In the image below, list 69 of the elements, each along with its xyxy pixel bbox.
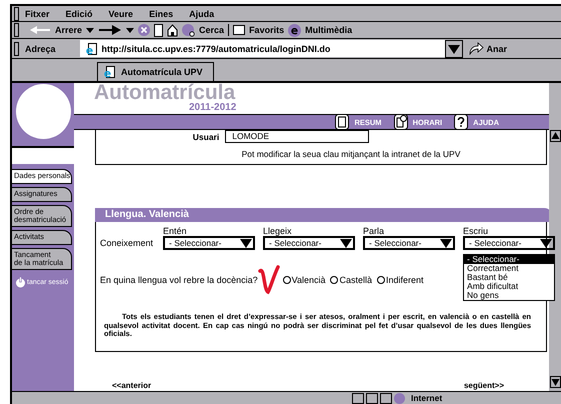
address-field[interactable]: http://situla.cc.upv.es:7779/automatricula/loginDNI.do — [80, 40, 445, 57]
radio-button[interactable] — [330, 276, 338, 284]
close-icon[interactable] — [138, 24, 150, 36]
menu-item[interactable]: Veure — [108, 8, 134, 18]
academic-year: 2011-2012 — [189, 102, 236, 113]
select-field[interactable]: - Seleccionar- — [363, 236, 456, 250]
address-label: Adreça — [25, 44, 56, 54]
back-button[interactable]: Arrere — [55, 25, 82, 35]
dropdown-arrow-icon[interactable] — [339, 237, 354, 249]
back-arrow-icon — [29, 25, 51, 35]
forward-arrow-icon[interactable] — [98, 25, 122, 35]
page-icon[interactable] — [154, 24, 164, 36]
radio-option[interactable]: Valencià — [282, 275, 326, 285]
menu-item[interactable]: Edició — [66, 8, 93, 18]
dropdown-option[interactable]: - Seleccionar- — [464, 255, 554, 264]
next-link[interactable]: següent>> — [464, 381, 504, 390]
select-field[interactable]: - Seleccionar- — [263, 236, 356, 250]
check-mark-drawing — [258, 265, 280, 295]
go-arrow-icon[interactable] — [468, 42, 484, 55]
dropdown-option[interactable]: Bastant bé — [464, 273, 554, 282]
calendar-icon[interactable] — [394, 114, 408, 130]
dropdown-arrow-icon[interactable] — [439, 237, 454, 249]
security-zone: Internet — [411, 393, 442, 403]
user-field[interactable]: LOMODE — [225, 130, 370, 143]
select-label: Entén — [163, 226, 188, 236]
dropdown-arrow-icon[interactable] — [539, 237, 554, 249]
search-icon[interactable] — [182, 24, 196, 36]
dropdown-option[interactable]: Amb dificultat — [464, 282, 554, 291]
select-label: Parla — [363, 226, 386, 236]
select-label: Llegeix — [263, 226, 293, 236]
question-text: En quina llengua vol rebre la docència? — [100, 275, 258, 285]
menu-item[interactable]: Ajuda — [189, 8, 214, 18]
page-icon[interactable] — [335, 114, 350, 130]
knowledge-label: Coneixement — [100, 238, 154, 248]
favorites-button[interactable]: Favorits — [249, 25, 284, 35]
select-label: Escriu — [463, 226, 490, 236]
search-button[interactable]: Cerca — [199, 25, 224, 35]
select-field[interactable]: - Seleccionar- — [163, 236, 256, 250]
menu-item[interactable]: Eines — [149, 8, 174, 18]
media-button[interactable]: Multimèdia — [305, 25, 352, 35]
media-icon[interactable] — [288, 24, 302, 36]
help-icon[interactable] — [454, 114, 468, 130]
dropdown-option[interactable]: Correctament — [464, 264, 554, 273]
scrollbar[interactable] — [549, 83, 561, 391]
browser-tab[interactable]: Automatrícula UPV — [97, 62, 214, 81]
go-button[interactable]: Anar — [486, 44, 508, 54]
radio-button[interactable] — [282, 276, 291, 284]
dropdown-option[interactable]: No gens — [464, 291, 554, 300]
home-icon[interactable] — [167, 24, 178, 36]
dropdown-arrow-icon[interactable] — [239, 237, 254, 249]
radio-option[interactable]: Castellà — [330, 275, 372, 285]
select-field[interactable]: - Seleccionar- — [463, 236, 556, 250]
page-icon — [104, 66, 115, 78]
power-icon[interactable] — [15, 277, 26, 288]
globe-icon — [394, 392, 405, 404]
menu-item[interactable]: Fitxer — [25, 8, 50, 18]
radio-option[interactable]: Indiferent — [377, 275, 424, 285]
caret-icon[interactable] — [126, 28, 134, 32]
dropdown-button[interactable] — [444, 40, 463, 58]
previous-link[interactable]: <<anterior — [112, 381, 152, 390]
scroll-down-icon[interactable] — [550, 376, 560, 388]
password-note: Pot modificar la seua clau mitjançant la intranet de la UPV — [242, 149, 460, 159]
user-label: Usuari — [192, 132, 220, 142]
caret-icon[interactable] — [86, 28, 94, 32]
scroll-up-icon[interactable] — [550, 130, 560, 142]
page-icon — [86, 42, 97, 54]
favorites-icon[interactable] — [233, 25, 246, 35]
radio-button[interactable] — [377, 276, 385, 284]
app-title: Automatrícula — [94, 83, 236, 102]
